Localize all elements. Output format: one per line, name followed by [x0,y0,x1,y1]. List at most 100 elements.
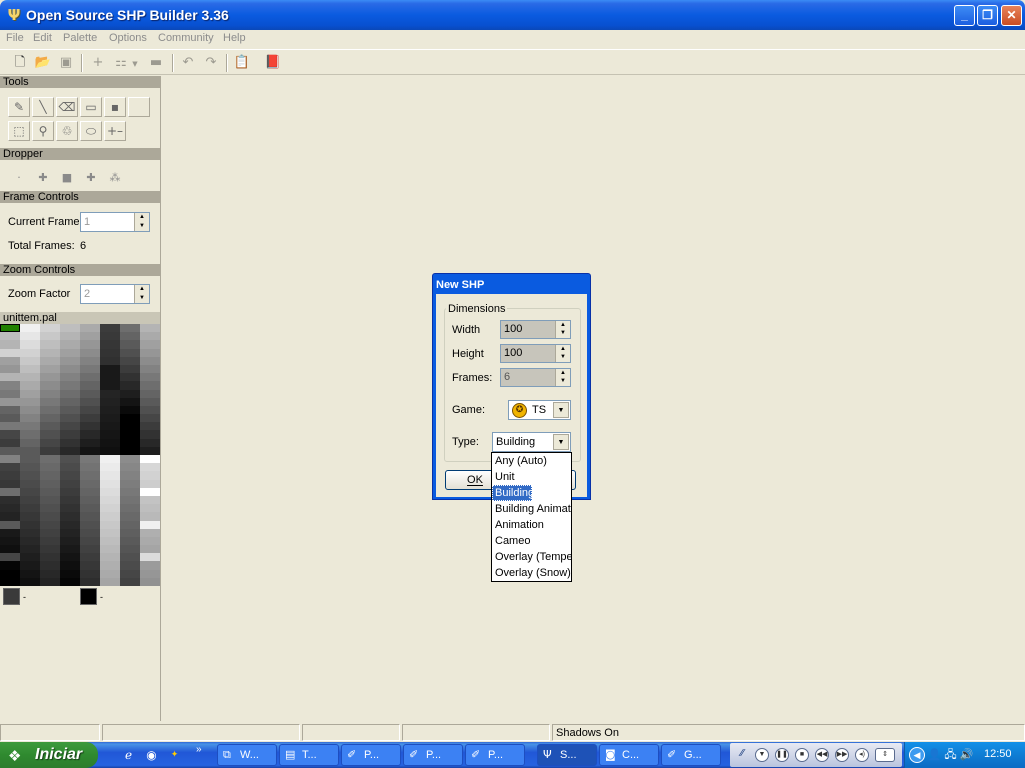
palette-cell[interactable] [100,479,120,488]
palette-cell[interactable] [60,332,80,341]
dropdown-option-unit[interactable]: Unit [492,469,571,485]
palette-cell[interactable] [140,487,160,496]
palette-cell[interactable] [60,348,80,357]
palette-cell[interactable] [80,446,100,455]
palette-cell[interactable] [120,520,140,529]
palette-cell[interactable] [140,364,160,374]
palette-cell[interactable] [80,487,100,496]
dropper-tool[interactable]: ⚲ [32,121,54,141]
menu-community[interactable]: Community [158,32,214,44]
palette-cell[interactable] [60,545,80,554]
palette-cell[interactable] [20,348,40,357]
palette-cell[interactable] [40,553,60,562]
palette-cell[interactable] [0,471,20,480]
palette-cell[interactable] [60,471,80,480]
palette-cell[interactable] [20,528,40,537]
palette-cell[interactable] [40,495,60,505]
palette-cell[interactable] [0,364,20,374]
palette-cell[interactable] [0,414,20,423]
palette-cell[interactable] [120,356,140,365]
palette-cell[interactable] [120,364,140,374]
palette-cell[interactable] [120,569,140,578]
down-arrow-icon[interactable]: ▼ [135,294,149,303]
media-volume-icon[interactable]: ◂) [855,748,869,762]
palette-cell[interactable] [80,405,100,415]
palette-cell[interactable] [120,340,140,349]
menu-edit[interactable]: Edit [33,32,52,44]
palette-cell[interactable] [20,405,40,415]
palette-cell[interactable] [40,389,60,398]
palette-cell[interactable] [0,504,20,513]
palette-cell[interactable] [0,520,20,529]
palette-cell[interactable] [120,405,140,415]
open-button[interactable]: 📂 [33,53,53,73]
network-tray-icon[interactable]: 🖧 [943,747,958,762]
palette-cell[interactable] [20,422,40,431]
empty-tool[interactable] [128,97,150,117]
palette-cell[interactable] [140,332,160,341]
palette-cell[interactable] [100,504,120,513]
palette-cell[interactable] [140,405,160,415]
palette-cell[interactable] [80,397,100,406]
palette-cell[interactable] [100,561,120,570]
palette-cell[interactable] [80,332,100,341]
palette-cell[interactable] [0,487,20,496]
palette-cell[interactable] [40,405,60,415]
palette-cell[interactable] [100,536,120,546]
game-select[interactable]: ✪ TS ▼ [508,400,571,420]
palette-cell[interactable] [20,332,40,341]
palette-cell[interactable] [140,389,160,398]
quicklaunch-more-icon[interactable]: » [196,744,202,755]
palette-cell[interactable] [0,405,20,415]
height-stepper[interactable]: 100 ▲ ▼ [500,344,571,363]
brush-size-4-button[interactable]: ✚ [81,170,101,186]
palette-cell[interactable] [100,495,120,505]
palette-cell[interactable] [140,414,160,423]
palette-cell[interactable] [60,381,80,390]
volume-tray-icon[interactable]: 🔊 [959,747,974,762]
palette-cell[interactable] [20,414,40,423]
palette-cell[interactable] [20,389,40,398]
brush-size-5-button[interactable]: ⁂ [105,170,125,186]
palette-cell[interactable] [60,373,80,382]
palette-cell[interactable] [20,446,40,455]
palette-cell[interactable] [60,389,80,398]
palette-cell[interactable] [140,373,160,382]
palette-cell[interactable] [100,430,120,439]
crosshair-tool[interactable]: +– [104,121,126,141]
up-arrow-icon[interactable]: ▲ [135,285,149,294]
palette-cell[interactable] [100,373,120,382]
minimize-button[interactable]: _ [954,5,975,26]
pencil-tool[interactable]: ✎ [8,97,30,117]
dropdown-option-any-auto[interactable]: Any (Auto) [492,453,571,469]
palette-cell[interactable] [80,479,100,488]
palette-cell[interactable] [100,397,120,406]
ie-icon[interactable]: ℯ [120,747,137,764]
task-button-word[interactable]: ▤ T... [279,744,339,766]
stepper-arrows[interactable]: ▲ ▼ [134,285,149,303]
palette-cell[interactable] [100,381,120,390]
media-stop-icon[interactable]: ■ [795,748,809,762]
palette-cell[interactable] [80,463,100,472]
palette-cell[interactable] [100,414,120,423]
palette-cell[interactable] [40,446,60,455]
palette-cell[interactable] [0,536,20,546]
palette-cell[interactable] [20,381,40,390]
task-button-paint-1[interactable]: ✐ P... [341,744,401,766]
palette-cell[interactable] [120,471,140,480]
palette-cell[interactable] [80,438,100,447]
properties-button[interactable]: 📋 [232,53,252,73]
dropdown-option-animation[interactable]: Animation [492,517,571,533]
palette-cell[interactable] [0,479,20,488]
palette-cell[interactable] [140,536,160,546]
palette-cell[interactable] [40,422,60,431]
palette-cell[interactable] [80,561,100,570]
palette-cell[interactable] [0,545,20,554]
frames-stepper[interactable]: 6 ▲ ▼ [500,368,571,387]
palette-cell[interactable] [100,512,120,521]
palette-cell[interactable] [0,463,20,472]
palette-cell[interactable] [140,446,160,455]
palette-cell[interactable] [140,348,160,357]
palette-cell[interactable] [0,446,20,455]
palette-cell[interactable] [140,495,160,505]
